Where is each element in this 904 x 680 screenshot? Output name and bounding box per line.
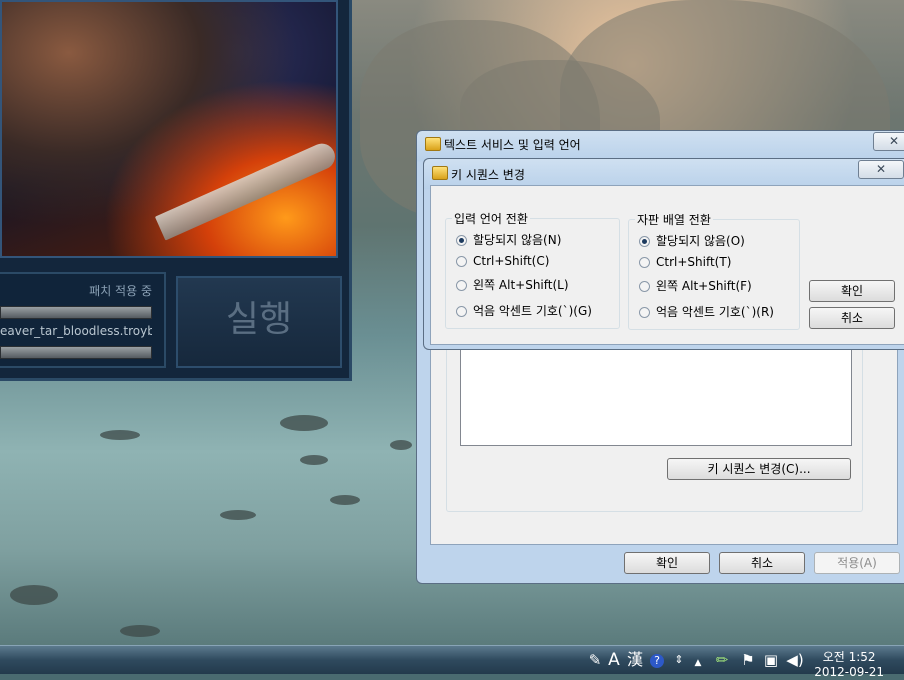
keyboard-layout-option[interactable]: 왼쪽 Alt+Shift(F) xyxy=(639,277,752,294)
input-language-option[interactable]: 억음 악센트 기호(`)(G) xyxy=(456,302,592,319)
clock[interactable]: 오전 1:52 2012-09-21 xyxy=(814,650,884,680)
artwork-sword xyxy=(154,139,340,241)
input-language-option[interactable]: 왼쪽 Alt+Shift(L) xyxy=(456,276,569,293)
language-bar-icon[interactable]: ✎ xyxy=(588,652,602,668)
keyboard-layout-group: 자판 배열 전환 할당되지 않음(O) Ctrl+Shift(T) 왼쪽 Alt… xyxy=(628,211,800,330)
close-button[interactable]: ✕ xyxy=(873,132,904,151)
splash-artwork xyxy=(0,0,340,258)
text-services-titlebar[interactable]: 텍스트 서비스 및 입력 언어 ✕ xyxy=(417,131,904,157)
change-key-sequence-button[interactable]: 키 시퀀스 변경(C)... xyxy=(667,458,851,480)
radio[interactable] xyxy=(639,307,650,318)
radio-selected[interactable] xyxy=(456,235,467,246)
apply-button[interactable]: 적용(A) xyxy=(814,552,900,574)
option-label: 할당되지 않음(O) xyxy=(656,234,745,248)
radio[interactable] xyxy=(456,306,467,317)
radio[interactable] xyxy=(456,280,467,291)
radio[interactable] xyxy=(456,256,467,267)
show-hidden-icons-icon[interactable]: ▲ xyxy=(692,655,704,671)
change-key-sequence-dialog: 키 시퀀스 변경 ✕ 입력 언어 전환 할당되지 않음(N) Ctrl+Shif… xyxy=(423,158,904,350)
input-language-group-title: 입력 언어 전환 xyxy=(452,210,530,227)
ok-button[interactable]: 확인 xyxy=(624,552,710,574)
keyboard-layout-option[interactable]: 억음 악센트 기호(`)(R) xyxy=(639,303,774,320)
text-services-client-area: 키 시퀀스 변경(C)... xyxy=(430,328,898,545)
keyboard-icon xyxy=(432,166,448,180)
option-label: 왼쪽 Alt+Shift(F) xyxy=(656,279,752,293)
radio[interactable] xyxy=(639,257,650,268)
radio-selected[interactable] xyxy=(639,236,650,247)
pen-icon[interactable]: ✏ xyxy=(714,652,730,668)
volume-icon[interactable]: ◀) xyxy=(786,652,804,668)
game-launcher-window: 패치 적용 중 eaver_tar_bloodless.troybin 실행 xyxy=(0,0,352,381)
advanced-key-settings-group: 키 시퀀스 변경(C)... xyxy=(446,328,863,512)
cancel-button[interactable]: 취소 xyxy=(809,307,895,329)
radio[interactable] xyxy=(639,281,650,292)
option-label: 왼쪽 Alt+Shift(L) xyxy=(473,278,569,292)
option-label: 억음 악센트 기호(`)(R) xyxy=(656,305,774,319)
patch-progress-bar xyxy=(0,306,152,319)
patch-file-name: eaver_tar_bloodless.troybin xyxy=(0,324,152,338)
keyboard-layout-group-title: 자판 배열 전환 xyxy=(635,211,713,228)
input-language-group: 입력 언어 전환 할당되지 않음(N) Ctrl+Shift(C) 왼쪽 Alt… xyxy=(445,210,620,329)
ok-button[interactable]: 확인 xyxy=(809,280,895,302)
hanja-indicator[interactable]: 漢 xyxy=(625,652,645,668)
clock-time: 오전 1:52 xyxy=(822,650,876,664)
options-icon[interactable]: ⇕ xyxy=(673,652,685,668)
network-icon[interactable]: ▣ xyxy=(763,652,779,668)
flag-icon[interactable]: ⚑ xyxy=(740,652,756,668)
ime-mode-indicator[interactable]: A xyxy=(606,652,622,669)
keyboard-layout-option[interactable]: Ctrl+Shift(T) xyxy=(639,255,731,269)
key-sequence-title: 키 시퀀스 변경 xyxy=(451,168,525,182)
cancel-button[interactable]: 취소 xyxy=(719,552,805,574)
text-services-title: 텍스트 서비스 및 입력 언어 xyxy=(444,138,581,152)
input-language-option[interactable]: Ctrl+Shift(C) xyxy=(456,254,549,268)
taskbar: ✎ A 漢 ? ⇕ ▲ ✏ ⚑ ▣ ◀) 오전 1:52 2012-09-21 xyxy=(0,645,904,679)
close-button[interactable]: ✕ xyxy=(858,160,904,179)
key-sequence-titlebar[interactable]: 키 시퀀스 변경 ✕ xyxy=(424,159,904,185)
option-label: Ctrl+Shift(T) xyxy=(656,255,732,269)
option-label: 할당되지 않음(N) xyxy=(473,233,562,247)
help-icon[interactable]: ? xyxy=(650,654,664,668)
patch-status-text: 패치 적용 중 xyxy=(89,284,152,298)
input-language-option[interactable]: 할당되지 않음(N) xyxy=(456,231,561,248)
keyboard-layout-option[interactable]: 할당되지 않음(O) xyxy=(639,232,745,249)
patch-panel: 패치 적용 중 eaver_tar_bloodless.troybin xyxy=(0,272,166,368)
file-progress-bar xyxy=(0,346,152,359)
keyboard-icon xyxy=(425,137,441,151)
option-label: Ctrl+Shift(C) xyxy=(473,254,550,268)
run-button[interactable]: 실행 xyxy=(176,276,342,368)
option-label: 억음 악센트 기호(`)(G) xyxy=(473,304,592,318)
key-sequence-client-area: 입력 언어 전환 할당되지 않음(N) Ctrl+Shift(C) 왼쪽 Alt… xyxy=(430,185,904,345)
